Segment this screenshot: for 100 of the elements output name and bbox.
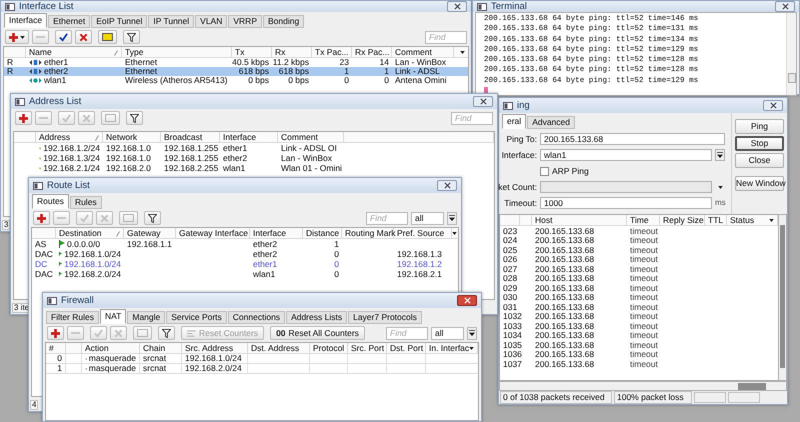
push-button[interactable]: Stop [735,136,784,151]
tab[interactable]: eral [502,114,526,129]
table-row[interactable]: 031 200.165.133.68 timeout [500,302,778,312]
find-field[interactable]: Find [451,112,493,124]
table-row[interactable]: 023 200.165.133.68 timeout [500,226,778,236]
tab[interactable]: NAT [100,309,126,324]
input-field[interactable]: 200.165.133.68 [540,133,725,145]
close-button[interactable] [763,100,783,111]
tab[interactable]: Service Ports [166,311,227,324]
filter-button[interactable] [123,30,140,44]
table-row[interactable]: 1037 200.165.133.68 timeout [500,359,778,368]
tab[interactable]: VRRP [228,15,262,28]
dropdown-button[interactable] [467,326,477,340]
find-field[interactable]: Find [386,326,428,340]
column-header[interactable]: Protocol [310,343,348,354]
disable-button[interactable] [75,30,92,44]
column-header[interactable]: Destination [56,228,124,239]
filter-button[interactable] [144,211,161,225]
column-header[interactable]: Gateway [124,228,176,239]
table-row[interactable]: 1 masquerade srcnat 192.168.2.0/24 [46,364,478,374]
column-header[interactable]: Routing Mark [342,228,394,239]
table-row[interactable]: AS 0.0.0.0/0 192.168.1.1 ether2 1 [32,239,458,249]
tab[interactable]: VLAN [195,15,228,28]
tab[interactable]: Filter Rules [46,311,99,324]
table-row[interactable]: 025 200.165.133.68 timeout [500,245,778,254]
tab[interactable]: Address Lists [286,311,348,324]
table-row[interactable]: 1034 200.165.133.68 timeout [500,330,778,340]
filter-select[interactable]: all [431,326,464,340]
tab[interactable]: Interface [4,13,48,28]
table-row[interactable]: DAC 192.168.1.0/24 ether2 0 192.168.1.3 [32,249,458,259]
close-button[interactable] [473,96,493,107]
find-field[interactable]: Find [366,212,408,224]
column-header[interactable]: Distance [303,228,342,239]
table-row[interactable]: 1035 200.165.133.68 timeout [500,340,778,350]
tab[interactable]: IP Tunnel [148,15,194,28]
column-header[interactable]: Reply Size [660,215,705,226]
input-field[interactable]: 1000 [540,197,712,209]
dropdown-button[interactable] [715,149,725,161]
tab[interactable]: Bonding [263,15,304,28]
table-row[interactable]: R ether2 Ethernet 618 bps 618 bps 1 1 Link - ADSL [4,67,468,76]
table-row[interactable]: 028 200.165.133.68 timeout [500,274,778,283]
table-row[interactable]: 1032 200.165.133.68 timeout [500,312,778,321]
column-header[interactable]: Src. Port [348,343,387,354]
column-header[interactable]: Address [36,132,103,143]
column-header[interactable]: Network [103,132,161,143]
column-header[interactable]: Chain [140,343,182,354]
close-button[interactable] [457,295,477,306]
close-button[interactable] [447,1,467,12]
input-field[interactable]: wlan1 [540,149,712,161]
tab[interactable]: Layer7 Protocols [348,311,422,324]
table-row[interactable]: DC 192.168.1.0/24 ether1 0 192.168.1.2 [32,259,458,269]
column-header[interactable]: Src. Address [182,343,248,354]
add-button[interactable] [5,30,29,44]
column-header[interactable]: TTL [705,215,727,226]
filter-button[interactable] [158,326,175,340]
add-button[interactable] [47,326,64,340]
add-button[interactable] [15,111,32,125]
push-button[interactable]: New Window [735,176,784,191]
column-header[interactable]: Action [82,343,140,354]
column-header[interactable]: In. Interfac [426,343,478,354]
table-row[interactable]: 027 200.165.133.68 timeout [500,264,778,274]
tab[interactable]: Rules [70,196,102,209]
column-header[interactable]: Dst. Port [387,343,426,354]
tab[interactable]: Ethernet [48,15,90,28]
filter-button[interactable] [126,111,143,125]
table-row[interactable]: 029 200.165.133.68 timeout [500,283,778,292]
table-row[interactable]: 026 200.165.133.68 timeout [500,254,778,264]
reset-button[interactable]: 00 Reset All Counters [270,326,365,340]
table-row[interactable]: 024 200.165.133.68 timeout [500,236,778,245]
enable-button[interactable] [55,30,72,44]
push-button[interactable]: Close [735,153,784,168]
table-row[interactable]: 192.168.2.1/24 192.168.2.0 192.168.2.255 wlan1 Wlan 01 - Omini [14,163,494,173]
column-header[interactable]: Comment [278,132,344,143]
column-header[interactable]: Interface [250,228,303,239]
add-button[interactable] [33,211,50,225]
column-header[interactable]: Host [532,215,627,226]
tab[interactable]: EoIP Tunnel [91,15,148,28]
column-header[interactable]: Gateway Interface [176,228,250,239]
close-button[interactable] [775,1,795,12]
dropdown-button[interactable] [447,212,457,224]
table-row[interactable]: 192.168.1.3/24 192.168.1.0 192.168.1.255 ether2 Lan - WinBox [14,153,494,163]
column-header[interactable]: # [46,343,66,354]
close-button[interactable] [437,180,457,191]
table-row[interactable]: 192.168.1.2/24 192.168.1.0 192.168.1.255 ether1 Link - ADSL OI [14,143,494,153]
column-header[interactable]: Interface [220,132,278,143]
table-row[interactable]: 1036 200.165.133.68 timeout [500,350,778,359]
column-header[interactable]: Time [627,215,660,226]
comment-button[interactable] [98,30,117,44]
table-row[interactable]: 1033 200.165.133.68 timeout [500,321,778,330]
checkbox[interactable] [540,166,549,176]
tab[interactable]: Advanced [527,116,575,129]
table-row[interactable]: 0 masquerade srcnat 192.168.1.0/24 [46,354,478,364]
find-field[interactable]: Find [425,30,467,44]
table-row[interactable]: DAC 192.168.2.0/24 wlan1 0 192.168.2.1 [32,269,458,279]
tab[interactable]: Connections [228,311,286,324]
column-header[interactable]: Pref. Source [394,228,452,239]
push-button[interactable]: Ping [735,119,784,134]
tab[interactable]: Routes [32,194,69,209]
filter-select[interactable]: all [411,212,444,224]
column-header[interactable]: Dst. Address [248,343,310,354]
